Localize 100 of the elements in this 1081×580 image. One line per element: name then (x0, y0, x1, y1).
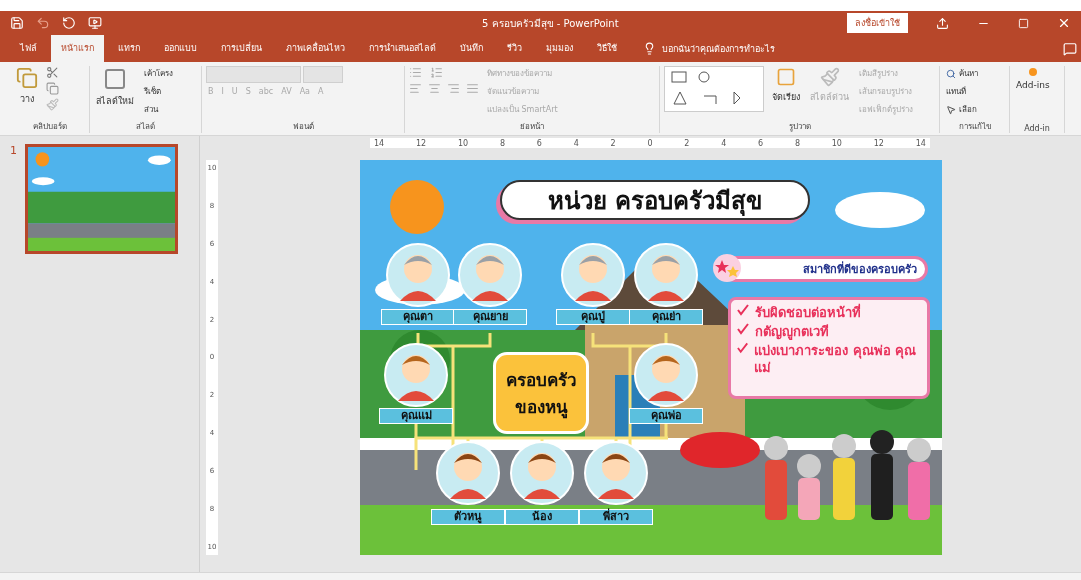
center-text: ของหนู (514, 396, 568, 420)
name-label: คุณตา (381, 309, 455, 325)
ruler-number: 10 (457, 138, 469, 148)
cut-icon[interactable] (46, 66, 59, 79)
name-label: ตัวหนู (431, 509, 505, 525)
ribbon-button[interactable]: สไลด์ใหม่ (94, 66, 136, 109)
align-right-icon[interactable] (447, 82, 460, 95)
person-icon (386, 243, 450, 307)
ribbon-button[interactable]: Add-ins (1014, 66, 1052, 91)
person-icon (584, 441, 648, 505)
ribbon-tab[interactable]: วิธีใช้ (587, 35, 627, 62)
lightbulb-icon[interactable] (643, 42, 656, 55)
brush-icon[interactable] (46, 98, 59, 111)
name-label: คุณแม่ (379, 408, 453, 424)
ribbon-tab[interactable]: รีวิว (497, 35, 532, 62)
ribbon-tab[interactable]: การเปลี่ยน (211, 35, 272, 62)
sign-in-button[interactable]: ลงชื่อเข้าใช้ (847, 13, 908, 33)
ribbon-button[interactable]: วาง (14, 66, 40, 107)
shapes-gallery-drawing[interactable] (664, 66, 764, 112)
font-name-field[interactable] (206, 66, 301, 83)
font-size-field[interactable] (303, 66, 343, 83)
brush-icon (819, 67, 840, 87)
check-icon (737, 304, 749, 316)
ribbon-button[interactable]: แทนที่ (944, 84, 980, 99)
ribbon-tab[interactable]: แทรก (108, 35, 150, 62)
ruler-number: 14 (915, 138, 926, 148)
ribbon-button[interactable]: จัดเรียง (770, 66, 802, 105)
ribbon-tab[interactable]: หน้าแรก (51, 35, 104, 62)
tell-me-field[interactable]: บอกฉันว่าคุณต้องการทำอะไร (662, 41, 775, 56)
name-label: พี่สาว (579, 509, 653, 525)
checklist-item: แบ่งเบาภาระของ คุณพ่อ คุณแม่ (754, 342, 918, 376)
ruler-number: 14 (374, 138, 385, 148)
checklist-item: รับผิดชอบต่อหน้าที่ (755, 304, 861, 321)
ruler-number: 4 (721, 138, 727, 148)
ruler-number: 2 (610, 138, 616, 148)
name-label: คุณย่า (629, 309, 703, 325)
ruler-number: 4 (573, 138, 579, 148)
ribbon-button[interactable]: รีเซ็ต (142, 84, 175, 99)
person-icon (510, 441, 574, 505)
group-label: ฟอนต์ (291, 121, 315, 133)
check-icon (737, 323, 749, 335)
ribbon-button[interactable]: เค้าโครง (142, 66, 175, 81)
name-label: คุณพ่อ (629, 408, 703, 424)
justify-icon[interactable] (466, 82, 479, 95)
person-icon (561, 243, 625, 307)
new-slide-icon (103, 67, 127, 91)
ribbon-tab[interactable]: ภาพเคลื่อนไหว (276, 35, 355, 62)
ribbon-button[interactable]: ส่วน (142, 102, 175, 117)
bullets-icon[interactable] (409, 66, 422, 79)
redo-icon[interactable] (62, 16, 76, 30)
window-title: 5 ครอบครัวมีสุข - PowerPoint (482, 16, 620, 31)
group-label: สไลด์ (135, 121, 156, 133)
close-icon[interactable] (1057, 16, 1071, 30)
ruler-number: 2 (684, 138, 690, 148)
group-label: คลิปบอร์ด (31, 121, 68, 133)
group-label: การแก้ไข (957, 121, 992, 133)
ribbon-button[interactable]: ค้นหา (944, 66, 980, 81)
ribbon-tab[interactable]: ออกแบบ (154, 35, 207, 62)
ruler-number: 12 (873, 138, 884, 148)
checklist-item: กตัญญูกตเวที (755, 323, 829, 340)
ruler-number: 6 (758, 138, 764, 148)
ruler-number: 0 (647, 138, 653, 148)
align-left-icon[interactable] (409, 82, 422, 95)
person-icon (634, 243, 698, 307)
group-label: ย่อหน้า (519, 121, 545, 133)
name-label: คุณปู่ (556, 309, 630, 325)
ruler-number: 12 (415, 138, 427, 148)
group-label: Add-in (1023, 124, 1051, 133)
slideshow-icon[interactable] (88, 16, 102, 30)
ruler-number: 10 (831, 138, 842, 148)
person-icon (384, 343, 448, 407)
name-label: น้อง (505, 509, 579, 525)
numbering-icon[interactable] (430, 66, 443, 79)
save-icon[interactable] (10, 16, 24, 30)
check-icon (737, 342, 749, 354)
ribbon-tab[interactable]: มุมมอง (536, 35, 583, 62)
person-icon (634, 343, 698, 407)
pointer-icon (946, 104, 956, 115)
ribbon-tab[interactable]: การนำเสนอสไลด์ (359, 35, 446, 62)
ruler-number: 6 (536, 138, 542, 148)
comments-icon[interactable] (1063, 41, 1077, 56)
dot-icon (1027, 67, 1038, 77)
center-text: ครอบครัว (505, 369, 577, 392)
name-label: คุณยาย (453, 309, 527, 325)
arrange-icon (776, 67, 796, 87)
person-icon (458, 243, 522, 307)
stars-icon (710, 253, 744, 283)
align-center-icon[interactable] (428, 82, 441, 95)
person-icon (436, 441, 500, 505)
ribbon-tab[interactable]: ไฟล์ (10, 35, 47, 62)
slide-number: 1 (10, 144, 17, 159)
clipboard-icon (16, 67, 38, 89)
ruler-number: 8 (499, 138, 505, 148)
ribbon-display-icon[interactable] (936, 16, 949, 30)
restore-icon[interactable] (1018, 17, 1029, 29)
undo-icon[interactable] (36, 16, 50, 30)
ribbon-tab[interactable]: บันทึก (450, 35, 493, 62)
copy-icon[interactable] (46, 82, 59, 95)
ribbon-button[interactable]: เลือก (944, 102, 980, 117)
search-icon (946, 68, 956, 79)
